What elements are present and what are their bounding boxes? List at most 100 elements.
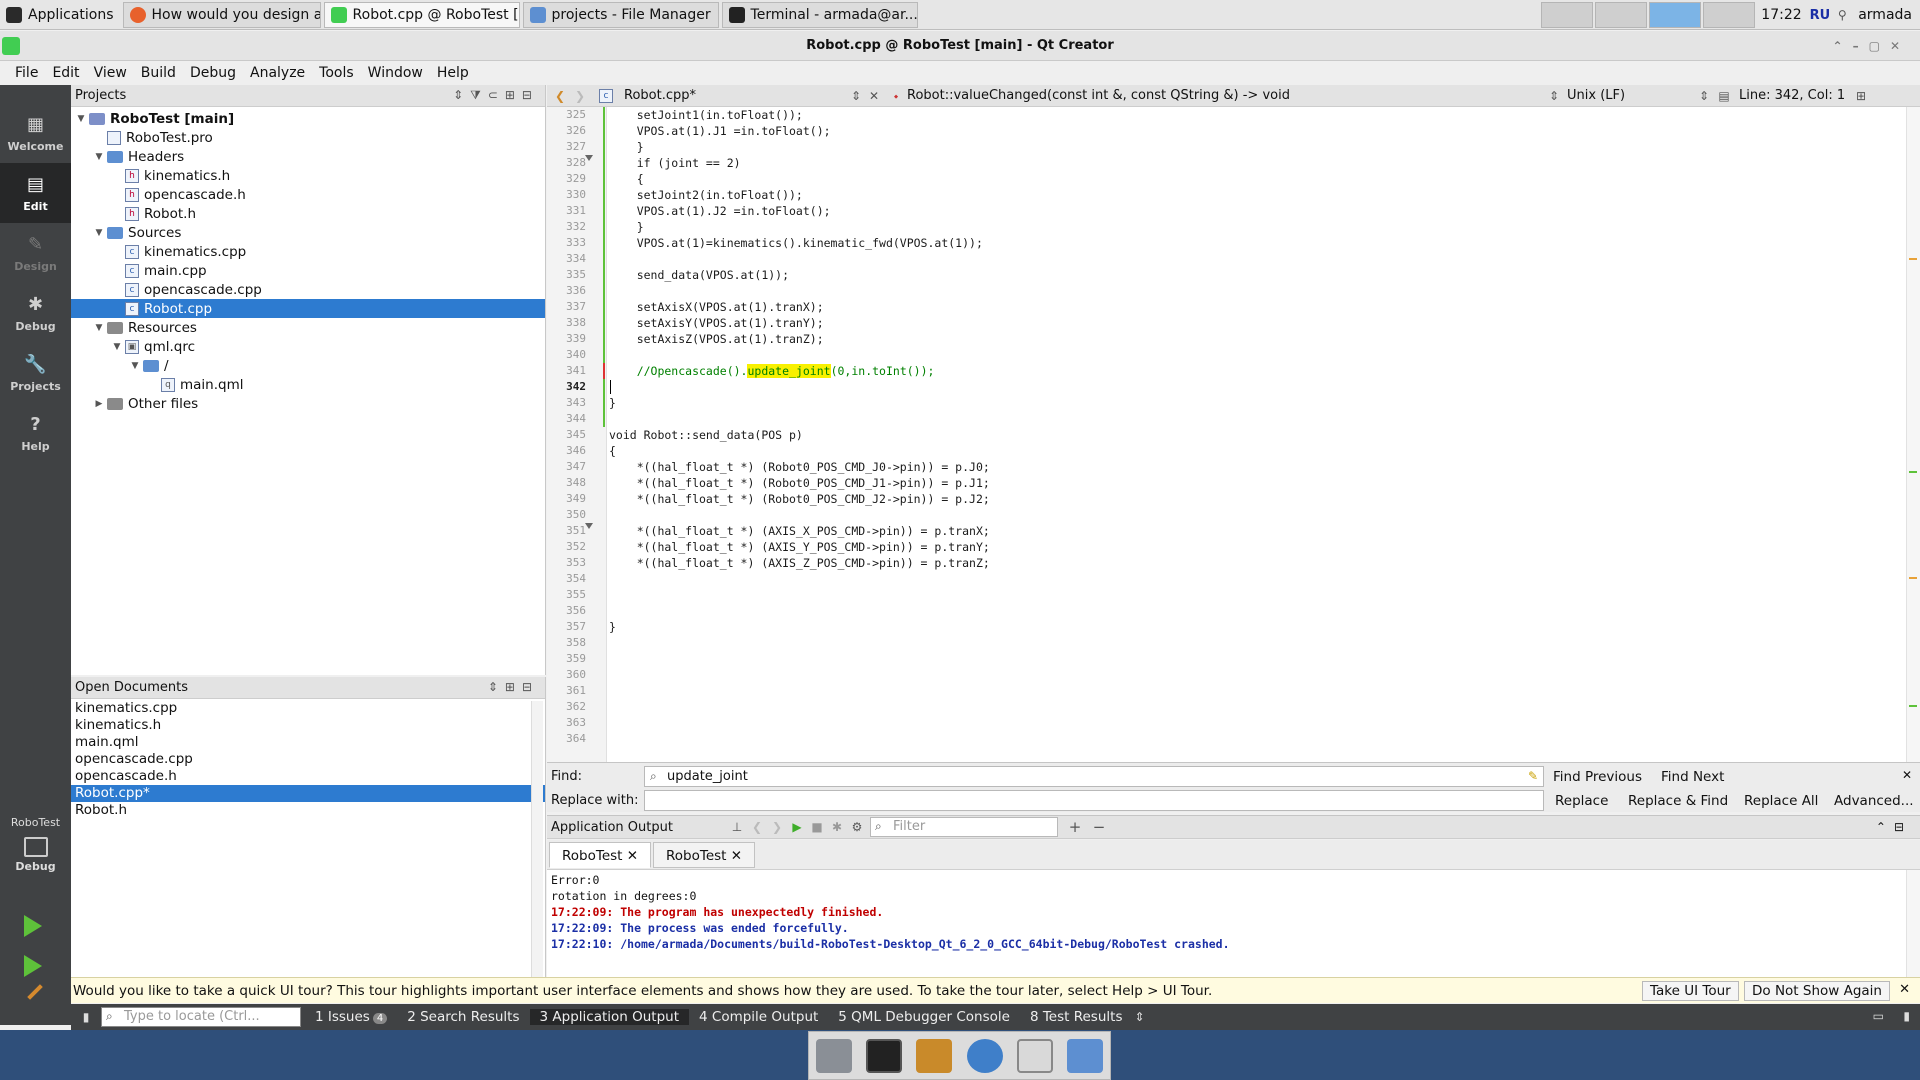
tree-folder-headers[interactable]: ▼ Headers	[71, 147, 545, 166]
output-tab-robotest-1[interactable]: RoboTest ✕	[549, 842, 652, 868]
attach-debugger-icon[interactable]: ✱	[830, 820, 844, 834]
web-browser-icon[interactable]	[966, 1038, 1003, 1073]
output-scrollbar[interactable]	[1906, 870, 1920, 977]
taskbar-window-terminal[interactable]: Terminal - armada@ar...	[721, 1, 918, 28]
pane-application-output[interactable]: 3 Application Output	[529, 1009, 690, 1025]
tree-file-main-qml[interactable]: q main.qml	[71, 375, 545, 394]
find-previous-button[interactable]: Find Previous	[1553, 769, 1642, 785]
debug-run-icon[interactable]	[24, 955, 42, 977]
mode-debug[interactable]: ✱ Debug	[0, 283, 71, 343]
open-doc-item[interactable]: kinematics.cpp	[71, 700, 545, 717]
menu-build[interactable]: Build	[134, 65, 183, 81]
user-name[interactable]: armada	[1852, 7, 1920, 23]
locator-input[interactable]: ⌕ Type to locate (Ctrl...	[101, 1007, 301, 1027]
symbol-selector[interactable]: Robot::valueChanged(const int &, const Q…	[907, 88, 1547, 103]
code-editor[interactable]: 325 326 327 328 329 330 331 332 333 334 335 336 337 3…	[547, 107, 1920, 762]
settings-gear-icon[interactable]: ⚙	[850, 820, 864, 834]
menu-view[interactable]: View	[87, 65, 134, 81]
workspace-3[interactable]	[1649, 2, 1702, 28]
close-document-icon[interactable]: ✕	[867, 89, 881, 103]
replace-all-button[interactable]: Replace All	[1744, 793, 1818, 809]
fold-marker-icon[interactable]	[585, 155, 593, 161]
menu-tools[interactable]: Tools	[312, 65, 361, 81]
output-filter-input[interactable]: ⌕ Filter	[870, 817, 1058, 837]
tree-folder-other[interactable]: ▶ Other files	[71, 394, 545, 413]
advanced-find-button[interactable]: Advanced...	[1834, 793, 1914, 809]
rerun-icon[interactable]: ▶	[790, 820, 804, 834]
tree-file-qml-qrc[interactable]: ▼ ▣ qml.qrc	[71, 337, 545, 356]
mode-design[interactable]: ✎ Design	[0, 223, 71, 283]
pane-window-controls[interactable]: ⌃⊟	[1876, 820, 1912, 834]
search-magnifier-icon[interactable]	[1016, 1038, 1053, 1073]
close-tab-icon[interactable]: ✕	[731, 848, 742, 864]
split-icon[interactable]: ⊞	[1854, 89, 1868, 103]
open-doc-item[interactable]: Robot.h	[71, 802, 545, 819]
line-ending-selector[interactable]: Unix (LF)	[1567, 88, 1697, 103]
stop-icon[interactable]: ■	[810, 820, 824, 834]
tree-file-kinematics-cpp[interactable]: c kinematics.cpp	[71, 242, 545, 261]
menu-edit[interactable]: Edit	[45, 65, 86, 81]
taskbar-window-qtcreator[interactable]: Robot.cpp @ RoboTest [...	[323, 1, 520, 28]
mode-edit[interactable]: ▤ Edit	[0, 163, 71, 223]
tree-project-root[interactable]: ▼ RoboTest [main]	[71, 109, 545, 128]
next-icon[interactable]: ❯	[770, 820, 784, 834]
tree-file-pro[interactable]: RoboTest.pro	[71, 128, 545, 147]
pane-qml-debugger-console[interactable]: 5 QML Debugger Console	[828, 1009, 1020, 1025]
file-cabinet-icon[interactable]	[916, 1038, 953, 1073]
window-controls[interactable]: ⌃–▢✕	[1833, 31, 1910, 61]
terminal-icon[interactable]	[866, 1038, 903, 1073]
taskbar-window-file-manager[interactable]: projects - File Manager	[522, 1, 719, 28]
kit-selector[interactable]: Debug	[0, 833, 71, 883]
do-not-show-again-button[interactable]: Do Not Show Again	[1744, 981, 1890, 1001]
mode-projects[interactable]: 🔧 Projects	[0, 343, 71, 403]
find-input[interactable]: ⌕ update_joint ✎	[644, 766, 1544, 787]
tree-folder-sources[interactable]: ▼ Sources	[71, 223, 545, 242]
close-find-icon[interactable]: ✕	[1902, 768, 1912, 782]
file-encoding-icon[interactable]: ▤	[1717, 89, 1731, 103]
back-arrow-icon[interactable]: ❮	[553, 89, 567, 103]
fold-marker-icon[interactable]	[585, 523, 593, 529]
pane-test-results[interactable]: 8 Test Results	[1020, 1009, 1133, 1025]
attach-icon[interactable]: ⊥	[730, 820, 744, 834]
toggle-sidebar-icon[interactable]: ▮	[79, 1010, 93, 1024]
cursor-position[interactable]: Line: 342, Col: 1	[1739, 88, 1854, 103]
open-documents-scrollbar[interactable]	[531, 701, 543, 977]
run-icon[interactable]	[24, 915, 42, 937]
find-next-button[interactable]: Find Next	[1661, 769, 1724, 785]
output-tab-robotest-2[interactable]: RoboTest ✕	[653, 842, 756, 868]
tree-file-robot-h[interactable]: h Robot.h	[71, 204, 545, 223]
tree-file-opencascade-cpp[interactable]: c opencascade.cpp	[71, 280, 545, 299]
tree-file-kinematics-h[interactable]: h kinematics.h	[71, 166, 545, 185]
toggle-right-sidebar-icon[interactable]: ▮	[1903, 1009, 1910, 1023]
menu-analyze[interactable]: Analyze	[243, 65, 312, 81]
menu-help[interactable]: Help	[430, 65, 476, 81]
open-documents-toolbar[interactable]: ⇕⊞⊟	[488, 680, 539, 694]
keyboard-layout[interactable]: RU	[1808, 8, 1833, 23]
tree-file-main-cpp[interactable]: c main.cpp	[71, 261, 545, 280]
folder-icon[interactable]	[1066, 1038, 1103, 1073]
pane-compile-output[interactable]: 4 Compile Output	[689, 1009, 828, 1025]
network-icon[interactable]: ⚲	[1832, 8, 1852, 22]
taskbar-window-browser[interactable]: How would you design a...	[122, 1, 321, 28]
zoom-in-icon[interactable]: +	[1068, 820, 1082, 835]
replace-button[interactable]: Replace	[1555, 793, 1608, 809]
more-panes-icon[interactable]: ⇕	[1132, 1010, 1146, 1024]
applications-menu[interactable]: Applications	[0, 2, 120, 28]
pane-issues[interactable]: 1 Issues 4	[305, 1009, 397, 1025]
progress-details-icon[interactable]: ▭	[1873, 1009, 1884, 1023]
projects-toolbar[interactable]: ⇕⧩⊂⊞⊟	[453, 88, 539, 103]
zoom-out-icon[interactable]: −	[1092, 820, 1106, 835]
drive-icon[interactable]	[816, 1038, 853, 1073]
prev-icon[interactable]: ❮	[750, 820, 764, 834]
editor-scrollbar[interactable]	[1906, 107, 1920, 762]
clear-icon[interactable]: ✎	[1528, 767, 1538, 786]
workspace-4[interactable]	[1703, 2, 1756, 28]
open-doc-item[interactable]: opencascade.h	[71, 768, 545, 785]
menu-debug[interactable]: Debug	[183, 65, 243, 81]
menu-window[interactable]: Window	[361, 65, 430, 81]
workspace-2[interactable]	[1595, 2, 1648, 28]
tree-folder-root[interactable]: ▼ /	[71, 356, 545, 375]
workspace-1[interactable]	[1541, 2, 1594, 28]
forward-arrow-icon[interactable]: ❯	[573, 89, 587, 103]
replace-input[interactable]	[644, 790, 1544, 811]
